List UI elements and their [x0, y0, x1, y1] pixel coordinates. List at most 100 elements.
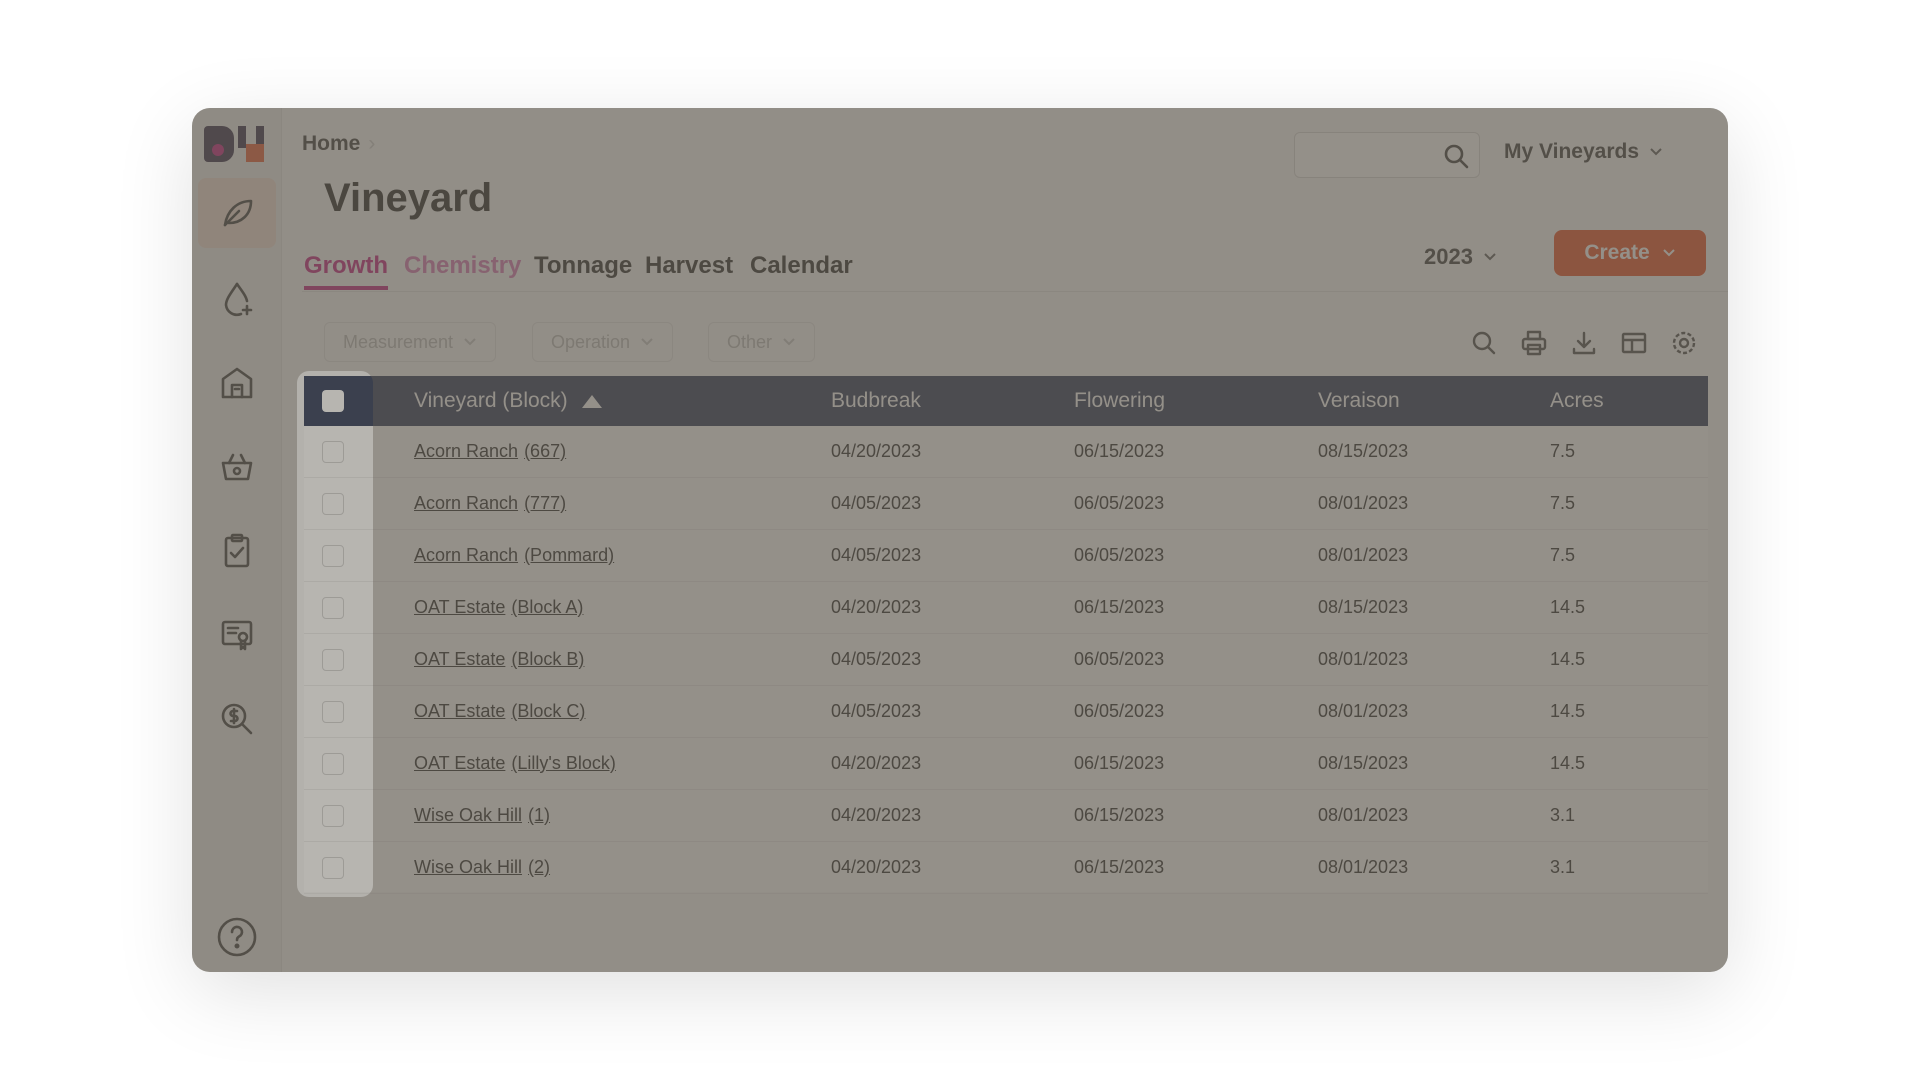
search-icon[interactable]	[1470, 329, 1498, 357]
tab-harvest[interactable]: Harvest	[645, 252, 733, 288]
tab-tonnage[interactable]: Tonnage	[534, 252, 632, 288]
vineyard-name[interactable]: Acorn Ranch	[414, 545, 518, 565]
veraison-cell: 08/01/2023	[1318, 857, 1409, 877]
vineyard-name[interactable]: OAT Estate	[414, 701, 505, 721]
vineyard-block-link[interactable]: OAT Estate (Block B)	[414, 649, 584, 670]
row-checkbox[interactable]	[322, 857, 344, 879]
block-name[interactable]: (777)	[524, 493, 566, 513]
settings-icon[interactable]	[1670, 329, 1698, 357]
row-checkbox[interactable]	[322, 493, 344, 515]
help-icon[interactable]	[214, 914, 260, 960]
download-icon[interactable]	[1570, 329, 1598, 357]
block-name[interactable]: (667)	[524, 441, 566, 461]
row-checkbox[interactable]	[322, 597, 344, 619]
tab-growth[interactable]: Growth	[304, 252, 388, 290]
column-header-veraison[interactable]: Veraison	[1318, 389, 1400, 413]
vineyard-block-link[interactable]: Acorn Ranch (777)	[414, 493, 566, 514]
print-icon[interactable]	[1520, 329, 1548, 357]
sidebar-item-irrigation[interactable]	[198, 264, 276, 334]
sidebar-item-tasks[interactable]	[198, 516, 276, 586]
flowering-cell: 06/15/2023	[1074, 857, 1165, 877]
search-input[interactable]	[1295, 133, 1435, 177]
filter-label: Operation	[551, 331, 631, 352]
chevron-down-icon	[783, 338, 795, 346]
vineyard-name[interactable]: OAT Estate	[414, 753, 505, 773]
growth-table: Vineyard (Block) Budbreak Flowering Vera…	[304, 376, 1708, 894]
table-header: Vineyard (Block) Budbreak Flowering Vera…	[304, 376, 1708, 426]
acres-cell: 7.5	[1550, 441, 1576, 461]
veraison-cell: 08/01/2023	[1318, 545, 1409, 565]
vineyard-name[interactable]: Acorn Ranch	[414, 441, 518, 461]
breadcrumb-home[interactable]: Home	[302, 132, 360, 155]
block-name[interactable]: (2)	[528, 857, 550, 877]
table-row: OAT Estate (Block C) 04/05/2023 06/05/2023 0…	[304, 686, 1708, 738]
row-checkbox[interactable]	[322, 701, 344, 723]
search-box[interactable]	[1294, 132, 1480, 178]
row-checkbox[interactable]	[322, 545, 344, 567]
filter-measurement[interactable]: Measurement	[324, 322, 497, 362]
vineyard-name[interactable]: Wise Oak Hill	[414, 857, 522, 877]
sidebar-item-winery[interactable]	[198, 348, 276, 418]
vineyard-block-link[interactable]: OAT Estate (Lilly's Block)	[414, 753, 616, 774]
veraison-cell: 08/01/2023	[1318, 805, 1409, 825]
row-checkbox[interactable]	[322, 649, 344, 671]
table-row: Acorn Ranch (777) 04/05/2023 06/05/2023 08/0…	[304, 478, 1708, 530]
veraison-cell: 08/15/2023	[1318, 597, 1409, 617]
filter-label: Other	[727, 331, 773, 352]
veraison-cell: 08/01/2023	[1318, 649, 1409, 669]
table-row: OAT Estate (Block B) 04/05/2023 06/05/2023 0…	[304, 634, 1708, 686]
breadcrumb-separator: ›	[368, 132, 376, 155]
vineyard-block-link[interactable]: OAT Estate (Block A)	[414, 597, 583, 618]
chevron-down-icon	[1662, 249, 1675, 257]
sidebar-item-harvest[interactable]	[198, 432, 276, 502]
block-name[interactable]: (Block B)	[511, 649, 584, 669]
vineyard-block-link[interactable]: Wise Oak Hill (2)	[414, 857, 550, 878]
vineyard-block-link[interactable]: OAT Estate (Block C)	[414, 701, 585, 722]
tab-calendar[interactable]: Calendar	[750, 252, 853, 288]
vineyard-block-link[interactable]: Acorn Ranch (Pommard)	[414, 545, 614, 566]
vineyard-selector[interactable]: My Vineyards	[1504, 140, 1663, 164]
filter-other[interactable]: Other	[708, 322, 816, 362]
year-selector-value: 2023	[1424, 244, 1473, 269]
select-all-checkbox[interactable]	[322, 390, 344, 412]
vineyard-name[interactable]: Wise Oak Hill	[414, 805, 522, 825]
search-icon[interactable]	[1443, 143, 1469, 169]
budbreak-cell: 04/20/2023	[831, 753, 922, 773]
flowering-cell: 06/15/2023	[1074, 597, 1165, 617]
vineyard-selector-label: My Vineyards	[1504, 140, 1640, 163]
filter-operation[interactable]: Operation	[532, 322, 674, 362]
block-name[interactable]: (Block C)	[511, 701, 585, 721]
flowering-cell: 06/05/2023	[1074, 701, 1165, 721]
chevron-down-icon	[1484, 253, 1496, 261]
column-header-flowering[interactable]: Flowering	[1074, 389, 1165, 413]
vineyard-name[interactable]: Acorn Ranch	[414, 493, 518, 513]
block-name[interactable]: (Block A)	[511, 597, 583, 617]
create-button[interactable]: Create	[1554, 230, 1706, 276]
acres-cell: 14.5	[1550, 701, 1586, 721]
column-header-vineyard[interactable]: Vineyard (Block)	[414, 389, 602, 413]
acres-cell: 14.5	[1550, 597, 1586, 617]
block-name[interactable]: (1)	[528, 805, 550, 825]
row-checkbox[interactable]	[322, 441, 344, 463]
sidebar-item-compliance[interactable]	[198, 600, 276, 670]
table-row: OAT Estate (Lilly's Block) 04/20/2023 06/15…	[304, 738, 1708, 790]
vineyard-name[interactable]: OAT Estate	[414, 649, 505, 669]
column-header-acres[interactable]: Acres	[1550, 389, 1604, 413]
year-selector[interactable]: 2023	[1424, 244, 1497, 270]
chevron-down-icon	[464, 338, 476, 346]
vineyard-block-link[interactable]: Acorn Ranch (667)	[414, 441, 566, 462]
sidebar-item-costs[interactable]	[198, 684, 276, 754]
row-checkbox[interactable]	[322, 753, 344, 775]
columns-icon[interactable]	[1620, 329, 1648, 357]
sidebar-item-growth[interactable]	[198, 178, 276, 248]
row-checkbox[interactable]	[322, 805, 344, 827]
column-header-budbreak[interactable]: Budbreak	[831, 389, 921, 413]
vineyard-block-link[interactable]: Wise Oak Hill (1)	[414, 805, 550, 826]
app-logo[interactable]	[204, 124, 274, 164]
vineyard-name[interactable]: OAT Estate	[414, 597, 505, 617]
acres-cell: 7.5	[1550, 493, 1576, 513]
block-name[interactable]: (Pommard)	[524, 545, 614, 565]
tab-chemistry[interactable]: Chemistry	[404, 252, 521, 288]
block-name[interactable]: (Lilly's Block)	[511, 753, 615, 773]
tab-bar: Growth Chemistry Tonnage Harvest Calenda…	[302, 242, 1728, 292]
